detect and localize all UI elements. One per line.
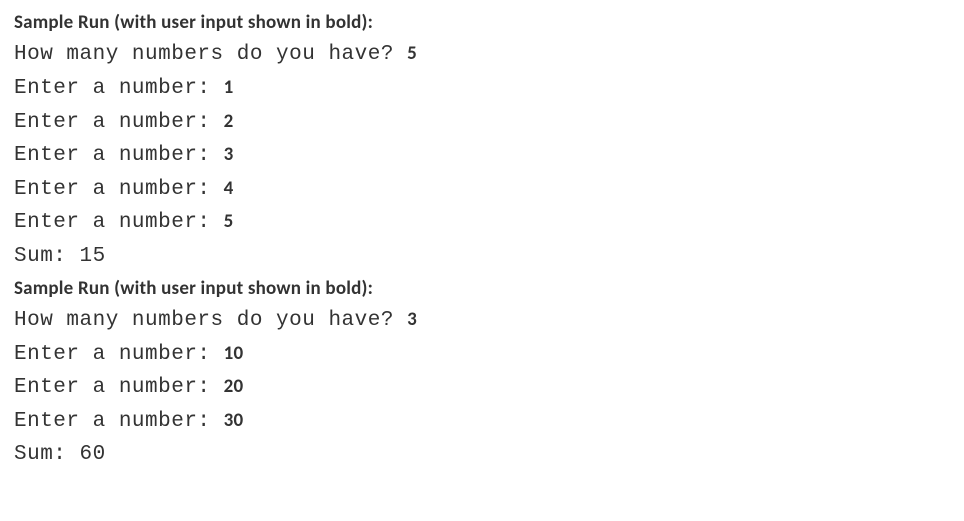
run1-input-5: 5 [224,210,234,233]
sample-run-heading-2: Sample Run (with user input shown in bol… [14,274,950,304]
run2-sum-line: Sum: 60 [14,438,950,472]
run2-sum-value: 60 [80,443,106,466]
run1-enter-line-4: Enter a number: 4 [14,173,950,207]
run1-enter-prompt: Enter a number: [14,77,224,100]
run1-enter-line-5: Enter a number: 5 [14,206,950,240]
run1-enter-line-3: Enter a number: 3 [14,139,950,173]
run2-enter-prompt: Enter a number: [14,376,224,399]
run1-count-prompt: How many numbers do you have? [14,43,407,66]
sample-run-heading-1: Sample Run (with user input shown in bol… [14,8,950,38]
run1-input-4: 4 [224,177,234,200]
run2-enter-line-2: Enter a number: 20 [14,371,950,405]
run1-enter-line-1: Enter a number: 1 [14,72,950,106]
run2-enter-line-3: Enter a number: 30 [14,405,950,439]
run2-count-input: 3 [407,308,417,331]
run1-enter-prompt: Enter a number: [14,211,224,234]
run2-enter-line-1: Enter a number: 10 [14,338,950,372]
run1-input-2: 2 [224,110,234,133]
run2-input-3: 30 [224,409,244,432]
run1-count-line: How many numbers do you have? 5 [14,38,950,72]
run2-enter-prompt: Enter a number: [14,410,224,433]
run2-input-1: 10 [224,342,244,365]
run2-count-prompt: How many numbers do you have? [14,309,407,332]
run1-enter-prompt: Enter a number: [14,111,224,134]
run1-sum-line: Sum: 15 [14,240,950,274]
run1-count-input: 5 [407,42,417,65]
run2-enter-prompt: Enter a number: [14,343,224,366]
run1-input-3: 3 [224,143,234,166]
run1-enter-line-2: Enter a number: 2 [14,106,950,140]
run2-sum-label: Sum: [14,443,80,466]
run1-input-1: 1 [224,76,234,99]
run2-count-line: How many numbers do you have? 3 [14,304,950,338]
run1-enter-prompt: Enter a number: [14,144,224,167]
run2-input-2: 20 [224,375,244,398]
run1-sum-value: 15 [80,245,106,268]
run1-sum-label: Sum: [14,245,80,268]
run1-enter-prompt: Enter a number: [14,178,224,201]
